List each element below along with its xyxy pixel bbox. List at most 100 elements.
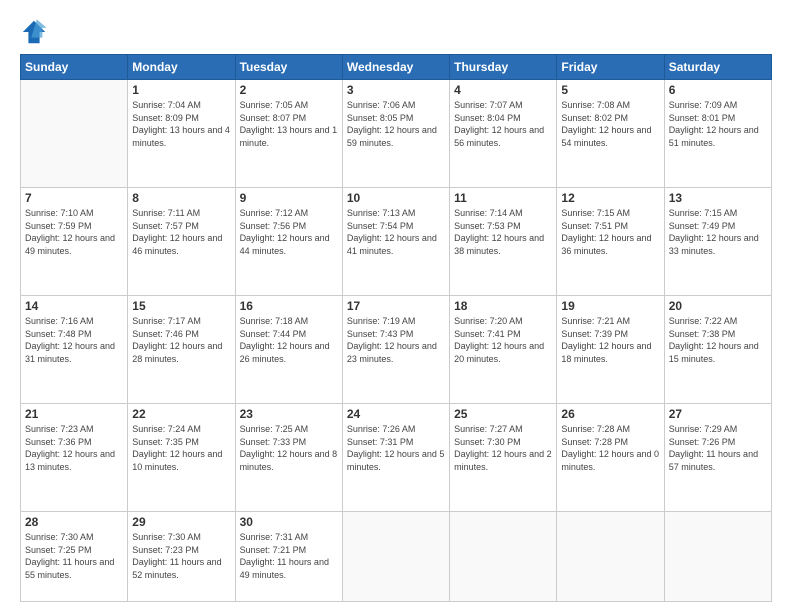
day-number: 26 [561, 407, 659, 421]
day-number: 4 [454, 83, 552, 97]
calendar-cell: 13 Sunrise: 7:15 AMSunset: 7:49 PMDaylig… [664, 187, 771, 295]
day-info: Sunrise: 7:25 AMSunset: 7:33 PMDaylight:… [240, 424, 338, 472]
day-info: Sunrise: 7:04 AMSunset: 8:09 PMDaylight:… [132, 100, 230, 148]
day-number: 20 [669, 299, 767, 313]
calendar-cell: 4 Sunrise: 7:07 AMSunset: 8:04 PMDayligh… [450, 80, 557, 188]
day-info: Sunrise: 7:26 AMSunset: 7:31 PMDaylight:… [347, 424, 445, 472]
day-info: Sunrise: 7:05 AMSunset: 8:07 PMDaylight:… [240, 100, 338, 148]
day-info: Sunrise: 7:13 AMSunset: 7:54 PMDaylight:… [347, 208, 437, 256]
day-number: 15 [132, 299, 230, 313]
day-info: Sunrise: 7:22 AMSunset: 7:38 PMDaylight:… [669, 316, 759, 364]
day-number: 12 [561, 191, 659, 205]
calendar-cell: 14 Sunrise: 7:16 AMSunset: 7:48 PMDaylig… [21, 295, 128, 403]
calendar-cell: 18 Sunrise: 7:20 AMSunset: 7:41 PMDaylig… [450, 295, 557, 403]
calendar-cell [450, 511, 557, 601]
calendar-cell [21, 80, 128, 188]
calendar-table: SundayMondayTuesdayWednesdayThursdayFrid… [20, 54, 772, 602]
week-row-4: 21 Sunrise: 7:23 AMSunset: 7:36 PMDaylig… [21, 403, 772, 511]
day-info: Sunrise: 7:29 AMSunset: 7:26 PMDaylight:… [669, 424, 758, 472]
day-number: 23 [240, 407, 338, 421]
day-number: 25 [454, 407, 552, 421]
weekday-header-monday: Monday [128, 55, 235, 80]
day-number: 7 [25, 191, 123, 205]
page: SundayMondayTuesdayWednesdayThursdayFrid… [0, 0, 792, 612]
day-info: Sunrise: 7:28 AMSunset: 7:28 PMDaylight:… [561, 424, 659, 472]
day-info: Sunrise: 7:15 AMSunset: 7:51 PMDaylight:… [561, 208, 651, 256]
day-number: 17 [347, 299, 445, 313]
day-number: 5 [561, 83, 659, 97]
day-info: Sunrise: 7:18 AMSunset: 7:44 PMDaylight:… [240, 316, 330, 364]
weekday-header-row: SundayMondayTuesdayWednesdayThursdayFrid… [21, 55, 772, 80]
calendar-cell: 12 Sunrise: 7:15 AMSunset: 7:51 PMDaylig… [557, 187, 664, 295]
day-number: 3 [347, 83, 445, 97]
day-number: 19 [561, 299, 659, 313]
calendar-cell [664, 511, 771, 601]
weekday-header-thursday: Thursday [450, 55, 557, 80]
day-number: 27 [669, 407, 767, 421]
day-number: 30 [240, 515, 338, 529]
day-number: 8 [132, 191, 230, 205]
weekday-header-friday: Friday [557, 55, 664, 80]
day-number: 28 [25, 515, 123, 529]
calendar-cell: 29 Sunrise: 7:30 AMSunset: 7:23 PMDaylig… [128, 511, 235, 601]
day-number: 1 [132, 83, 230, 97]
calendar-cell [557, 511, 664, 601]
calendar-cell: 1 Sunrise: 7:04 AMSunset: 8:09 PMDayligh… [128, 80, 235, 188]
header [20, 18, 772, 46]
day-number: 9 [240, 191, 338, 205]
calendar-cell: 11 Sunrise: 7:14 AMSunset: 7:53 PMDaylig… [450, 187, 557, 295]
day-number: 6 [669, 83, 767, 97]
calendar-cell: 19 Sunrise: 7:21 AMSunset: 7:39 PMDaylig… [557, 295, 664, 403]
day-info: Sunrise: 7:15 AMSunset: 7:49 PMDaylight:… [669, 208, 759, 256]
day-info: Sunrise: 7:30 AMSunset: 7:25 PMDaylight:… [25, 532, 114, 580]
calendar-cell: 21 Sunrise: 7:23 AMSunset: 7:36 PMDaylig… [21, 403, 128, 511]
calendar-cell: 25 Sunrise: 7:27 AMSunset: 7:30 PMDaylig… [450, 403, 557, 511]
calendar-cell: 9 Sunrise: 7:12 AMSunset: 7:56 PMDayligh… [235, 187, 342, 295]
week-row-5: 28 Sunrise: 7:30 AMSunset: 7:25 PMDaylig… [21, 511, 772, 601]
weekday-header-saturday: Saturday [664, 55, 771, 80]
logo-icon [20, 18, 48, 46]
calendar-cell: 10 Sunrise: 7:13 AMSunset: 7:54 PMDaylig… [342, 187, 449, 295]
day-number: 2 [240, 83, 338, 97]
day-info: Sunrise: 7:12 AMSunset: 7:56 PMDaylight:… [240, 208, 330, 256]
calendar-cell: 24 Sunrise: 7:26 AMSunset: 7:31 PMDaylig… [342, 403, 449, 511]
day-info: Sunrise: 7:23 AMSunset: 7:36 PMDaylight:… [25, 424, 115, 472]
day-info: Sunrise: 7:20 AMSunset: 7:41 PMDaylight:… [454, 316, 544, 364]
calendar-cell: 17 Sunrise: 7:19 AMSunset: 7:43 PMDaylig… [342, 295, 449, 403]
day-info: Sunrise: 7:14 AMSunset: 7:53 PMDaylight:… [454, 208, 544, 256]
calendar-cell: 20 Sunrise: 7:22 AMSunset: 7:38 PMDaylig… [664, 295, 771, 403]
day-info: Sunrise: 7:16 AMSunset: 7:48 PMDaylight:… [25, 316, 115, 364]
calendar-cell [342, 511, 449, 601]
calendar-cell: 27 Sunrise: 7:29 AMSunset: 7:26 PMDaylig… [664, 403, 771, 511]
day-number: 14 [25, 299, 123, 313]
calendar-cell: 2 Sunrise: 7:05 AMSunset: 8:07 PMDayligh… [235, 80, 342, 188]
calendar-cell: 16 Sunrise: 7:18 AMSunset: 7:44 PMDaylig… [235, 295, 342, 403]
calendar-cell: 8 Sunrise: 7:11 AMSunset: 7:57 PMDayligh… [128, 187, 235, 295]
weekday-header-sunday: Sunday [21, 55, 128, 80]
day-info: Sunrise: 7:21 AMSunset: 7:39 PMDaylight:… [561, 316, 651, 364]
day-number: 21 [25, 407, 123, 421]
calendar-cell: 6 Sunrise: 7:09 AMSunset: 8:01 PMDayligh… [664, 80, 771, 188]
day-number: 13 [669, 191, 767, 205]
weekday-header-wednesday: Wednesday [342, 55, 449, 80]
day-number: 29 [132, 515, 230, 529]
day-info: Sunrise: 7:31 AMSunset: 7:21 PMDaylight:… [240, 532, 329, 580]
logo [20, 18, 52, 46]
day-number: 10 [347, 191, 445, 205]
day-number: 16 [240, 299, 338, 313]
day-number: 22 [132, 407, 230, 421]
calendar-cell: 26 Sunrise: 7:28 AMSunset: 7:28 PMDaylig… [557, 403, 664, 511]
week-row-3: 14 Sunrise: 7:16 AMSunset: 7:48 PMDaylig… [21, 295, 772, 403]
day-info: Sunrise: 7:30 AMSunset: 7:23 PMDaylight:… [132, 532, 221, 580]
calendar-cell: 3 Sunrise: 7:06 AMSunset: 8:05 PMDayligh… [342, 80, 449, 188]
day-info: Sunrise: 7:11 AMSunset: 7:57 PMDaylight:… [132, 208, 222, 256]
week-row-1: 1 Sunrise: 7:04 AMSunset: 8:09 PMDayligh… [21, 80, 772, 188]
calendar-cell: 28 Sunrise: 7:30 AMSunset: 7:25 PMDaylig… [21, 511, 128, 601]
day-info: Sunrise: 7:09 AMSunset: 8:01 PMDaylight:… [669, 100, 759, 148]
day-number: 18 [454, 299, 552, 313]
day-info: Sunrise: 7:19 AMSunset: 7:43 PMDaylight:… [347, 316, 437, 364]
day-info: Sunrise: 7:07 AMSunset: 8:04 PMDaylight:… [454, 100, 544, 148]
calendar-cell: 5 Sunrise: 7:08 AMSunset: 8:02 PMDayligh… [557, 80, 664, 188]
day-info: Sunrise: 7:27 AMSunset: 7:30 PMDaylight:… [454, 424, 552, 472]
calendar-cell: 30 Sunrise: 7:31 AMSunset: 7:21 PMDaylig… [235, 511, 342, 601]
